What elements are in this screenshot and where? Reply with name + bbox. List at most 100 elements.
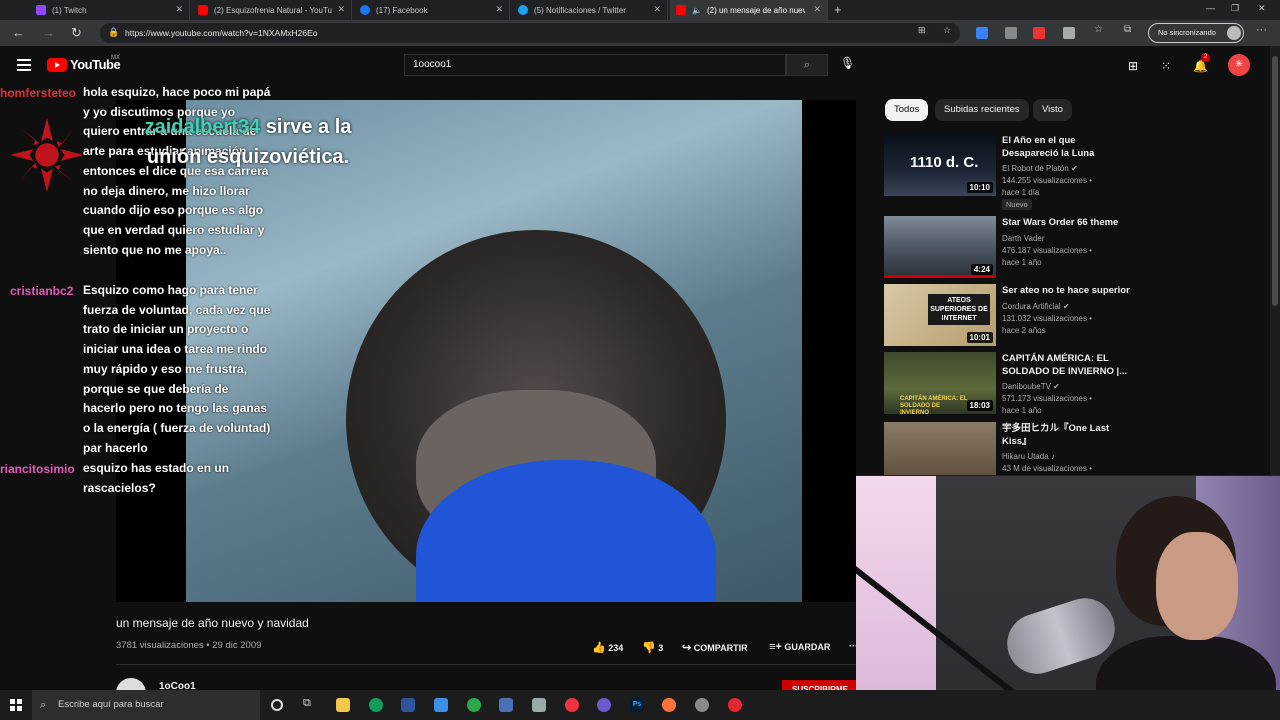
- chip-visto[interactable]: Visto: [1033, 99, 1072, 121]
- chip-subidas-recientes[interactable]: Subidas recientes: [935, 99, 1029, 121]
- app-icon[interactable]: [565, 698, 579, 712]
- recommendation-title[interactable]: CAPITÁN AMÉRICA: EL SOLDADO DE INVIERNO …: [1002, 352, 1134, 378]
- recommendation-item[interactable]: 宇多田ヒカル『One Last Kiss』 Hikaru Utada ♪ 43 …: [884, 422, 1264, 475]
- duration-badge: 10:01: [966, 332, 993, 343]
- app-icon[interactable]: [499, 698, 513, 712]
- youtube-logo[interactable]: YouTube: [47, 57, 121, 72]
- xbox-icon[interactable]: [467, 698, 481, 712]
- duration-badge: 10:10: [966, 182, 993, 193]
- new-tab-button[interactable]: +: [834, 2, 842, 17]
- twitter-icon: [518, 5, 528, 15]
- close-icon[interactable]: ✕: [175, 4, 183, 15]
- recommendation-item[interactable]: 4:24 Star Wars Order 66 theme Darth Vade…: [884, 216, 1264, 278]
- search-button[interactable]: ⌕: [786, 54, 828, 76]
- app-icon[interactable]: [695, 698, 709, 712]
- back-arrow-icon[interactable]: ←: [12, 25, 25, 40]
- url-bar[interactable]: https://www.youtube.com/watch?v=1NXAMxH2…: [100, 23, 960, 43]
- extension-icon[interactable]: [1033, 27, 1045, 39]
- chat-message: Esquizo como hago para tener fuerza de v…: [83, 283, 271, 455]
- share-label: COMPARTIR: [693, 643, 748, 653]
- file-explorer-icon[interactable]: [336, 698, 350, 712]
- forward-arrow-icon[interactable]: →: [42, 25, 55, 40]
- hamburger-menu-icon[interactable]: [17, 59, 31, 74]
- video-thumbnail[interactable]: 4:24: [884, 216, 996, 278]
- firefox-icon[interactable]: [662, 698, 676, 712]
- video-thumbnail[interactable]: [884, 422, 996, 475]
- verified-icon: ✔: [1053, 382, 1060, 391]
- app-icon[interactable]: [434, 698, 448, 712]
- browser-tab-bar: (1) Twitch ✕ (2) Esquizofrenia Natural -…: [0, 0, 1280, 20]
- favorite-icon[interactable]: ☆: [943, 25, 955, 37]
- verified-icon: ✔: [1070, 164, 1078, 173]
- extension-icon[interactable]: [1005, 27, 1017, 39]
- favorites-bar-icon[interactable]: ☆: [1094, 24, 1106, 36]
- apps-grid-icon[interactable]: ⁙: [1161, 59, 1171, 73]
- more-options-icon[interactable]: ···: [1256, 24, 1267, 36]
- recommendation-channel[interactable]: El Robot de Platón ✔: [1002, 164, 1078, 173]
- video-thumbnail[interactable]: CAPITÁN AMÉRICA: EL SOLDADO DE INVIERNO …: [884, 352, 996, 414]
- tab-facebook[interactable]: (17) Facebook ✕: [354, 0, 510, 20]
- lock-icon[interactable]: 🔒: [108, 27, 119, 38]
- tab-twitch[interactable]: (1) Twitch ✕: [30, 0, 190, 20]
- youtube-icon: [676, 5, 686, 15]
- recommendation-views: 571.173 visualizaciones •: [1002, 394, 1092, 403]
- chip-todos[interactable]: Todos: [885, 99, 929, 121]
- recommendation-views: 144.255 visualizaciones •: [1002, 176, 1092, 185]
- app-icon[interactable]: [532, 698, 546, 712]
- reader-icon[interactable]: ⊞: [918, 25, 930, 37]
- new-badge: Nuevo: [1002, 199, 1032, 210]
- speaker-icon[interactable]: 🔈: [692, 6, 702, 15]
- photoshop-icon[interactable]: Ps: [630, 698, 644, 712]
- extension-icon[interactable]: [976, 27, 988, 39]
- sync-status-button[interactable]: No sincronizando: [1148, 23, 1244, 43]
- reload-icon[interactable]: ↻: [71, 25, 82, 41]
- app-icon[interactable]: [597, 698, 611, 712]
- search-value: 1oocoo1: [413, 59, 452, 70]
- thumbs-up-icon: 👍: [592, 642, 606, 654]
- recommendation-title[interactable]: 宇多田ヒカル『One Last Kiss』: [1002, 422, 1134, 448]
- like-button[interactable]: 👍 234: [592, 641, 623, 654]
- minimize-icon[interactable]: —: [1206, 3, 1215, 13]
- dislike-button[interactable]: 👎 3: [642, 641, 663, 654]
- tab-current-video[interactable]: 🔈 (2) un mensaje de año nuevo ✕: [670, 0, 828, 20]
- video-thumbnail[interactable]: 1110 d. C. 10:10: [884, 134, 996, 196]
- collections-icon[interactable]: ⧉: [1124, 24, 1136, 36]
- taskbar-search-input[interactable]: ⌕ Escribe aquí para buscar: [32, 690, 260, 720]
- account-avatar[interactable]: ✳: [1228, 54, 1250, 76]
- save-button[interactable]: ≡+ GUARDAR: [769, 641, 830, 653]
- close-icon[interactable]: ✕: [813, 4, 821, 15]
- recommendation-views: 43 M de visualizaciones •: [1002, 464, 1092, 473]
- recommendation-item[interactable]: ATEOS SUPERIORES DE INTERNET 10:01 Ser a…: [884, 284, 1264, 346]
- youtube-play-icon: [47, 57, 67, 72]
- scrollbar-thumb[interactable]: [1272, 56, 1278, 306]
- word-icon[interactable]: [401, 698, 415, 712]
- save-label: GUARDAR: [784, 642, 831, 652]
- recommendation-item[interactable]: CAPITÁN AMÉRICA: EL SOLDADO DE INVIERNO …: [884, 352, 1264, 415]
- tab-youtube-esquizofrenia[interactable]: (2) Esquizofrenia Natural - YouTube ✕: [192, 0, 352, 20]
- video-thumbnail[interactable]: ATEOS SUPERIORES DE INTERNET 10:01: [884, 284, 996, 346]
- recommendation-channel[interactable]: Hikaru Utada ♪: [1002, 452, 1055, 461]
- restore-icon[interactable]: ❐: [1231, 3, 1239, 14]
- close-icon[interactable]: ✕: [653, 4, 661, 15]
- recommendation-channel[interactable]: DaniboubeTV ✔: [1002, 382, 1060, 391]
- extension-icon[interactable]: [1063, 27, 1075, 39]
- microphone-icon[interactable]: 🎙: [840, 56, 855, 70]
- create-video-icon[interactable]: ⊞: [1128, 59, 1138, 73]
- opera-icon[interactable]: [728, 698, 742, 712]
- windows-start-icon[interactable]: [10, 699, 22, 711]
- cortana-icon[interactable]: [271, 699, 283, 711]
- edge-icon[interactable]: [369, 698, 383, 712]
- recommendation-title[interactable]: Star Wars Order 66 theme: [1002, 216, 1134, 229]
- search-input[interactable]: 1oocoo1: [404, 54, 786, 76]
- close-icon[interactable]: ✕: [495, 4, 503, 15]
- close-window-icon[interactable]: ✕: [1258, 3, 1266, 14]
- recommendation-channel[interactable]: Darth Vader: [1002, 234, 1045, 243]
- recommendation-channel[interactable]: Cordura Artificial ✔: [1002, 302, 1070, 311]
- close-icon[interactable]: ✕: [337, 4, 345, 15]
- task-view-icon[interactable]: ⧉: [303, 697, 317, 711]
- recommendation-title[interactable]: El Año en el que Desapareció la Luna: [1002, 134, 1134, 160]
- recommendation-title[interactable]: Ser ateo no te hace superior: [1002, 284, 1134, 297]
- share-button[interactable]: ↪ COMPARTIR: [682, 641, 748, 654]
- recommendation-item[interactable]: 1110 d. C. 10:10 El Año en el que Desapa…: [884, 134, 1264, 210]
- tab-twitter[interactable]: (5) Notificaciones / Twitter ✕: [512, 0, 668, 20]
